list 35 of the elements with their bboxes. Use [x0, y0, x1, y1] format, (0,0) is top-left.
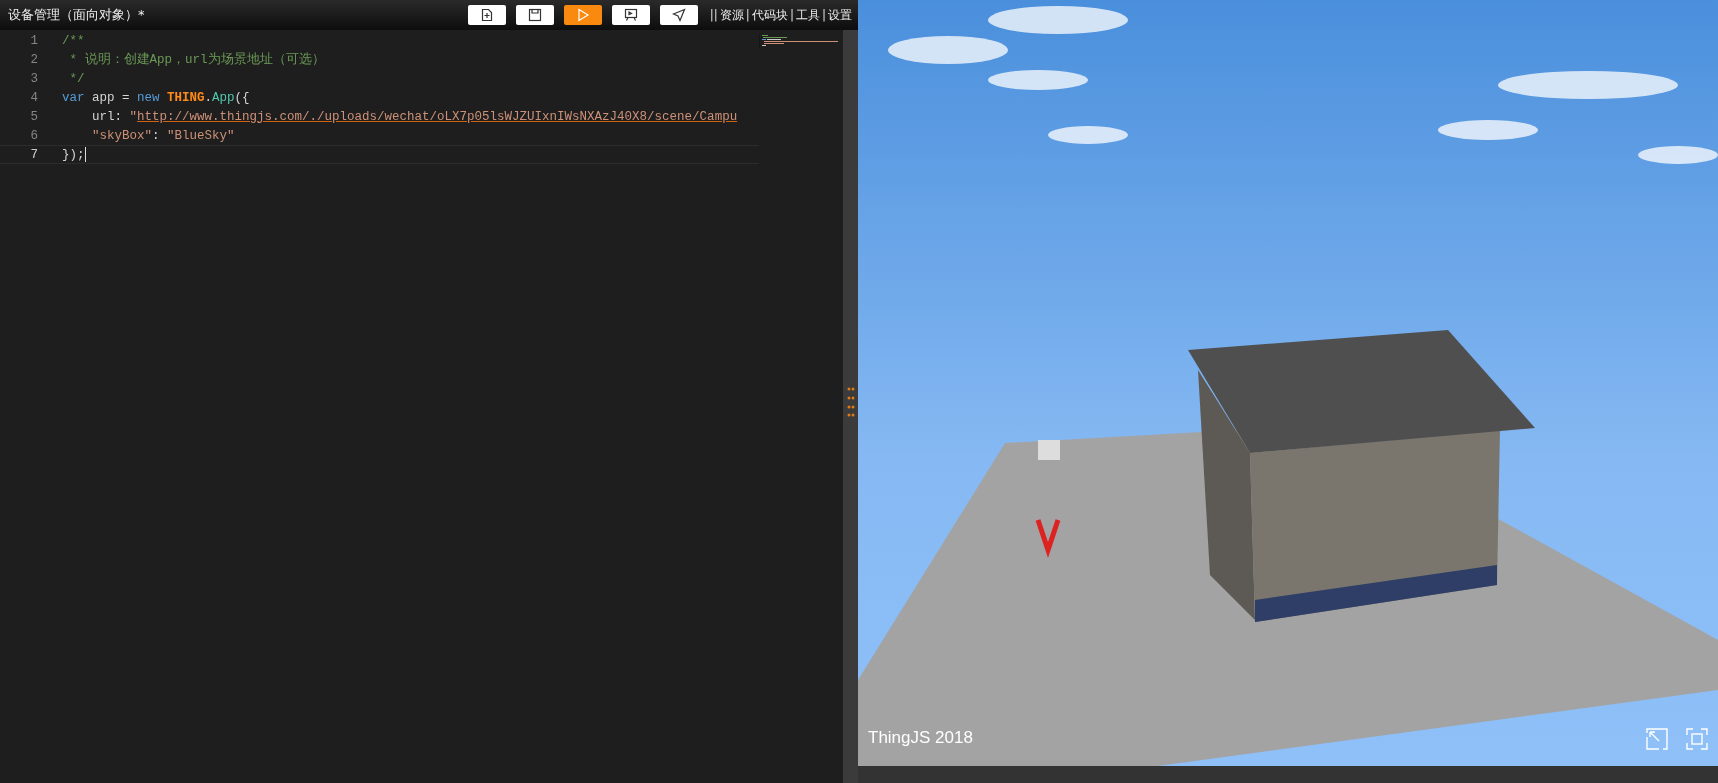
send-button[interactable]	[659, 5, 698, 25]
code-line: "skyBox": "BlueSky"	[91, 128, 235, 143]
window-title: 设备管理（面向对象）*	[8, 6, 145, 24]
separator: |	[821, 8, 826, 22]
save-button[interactable]	[515, 5, 554, 25]
drag-handle-icon[interactable]	[846, 385, 855, 418]
menu-link[interactable]: 设置	[828, 6, 852, 24]
separator: |	[789, 8, 794, 22]
line-number: 5	[29, 109, 38, 124]
code-line: */	[68, 71, 85, 86]
line-number: 4	[29, 90, 38, 105]
menu-link[interactable]: 资源	[719, 6, 744, 24]
code-line: var app = new THING.App({	[62, 90, 250, 105]
menu-link[interactable]: 代码块	[751, 6, 788, 24]
save-icon	[527, 8, 542, 22]
line-number: 6	[29, 128, 38, 143]
new-button[interactable]	[467, 5, 506, 25]
brand-caption: ThingJS 2018	[868, 728, 973, 748]
code-line: * 说明：创建App，url为场景地址（可选）	[68, 51, 325, 68]
code-line: url: "http://www.thingjs.com/./uploads/wechat/oLX7p05lsWJZUIxnIWsNXAzJ40X8/scene/Campu	[91, 109, 738, 124]
presentation-board-icon	[623, 8, 638, 22]
play-icon	[575, 8, 590, 22]
separator: |	[745, 8, 750, 22]
present-button[interactable]	[611, 5, 650, 25]
run-button[interactable]	[563, 5, 602, 25]
line-number: 1	[29, 33, 38, 48]
menu-link[interactable]: 工具	[795, 6, 820, 24]
line-number: 7	[29, 147, 38, 162]
separator: ||	[709, 8, 718, 22]
code-line: /**	[62, 33, 85, 48]
line-number: 3	[29, 71, 38, 86]
new-file-icon	[479, 8, 494, 22]
line-number: 2	[29, 52, 38, 67]
code-line: });	[62, 147, 86, 162]
paper-plane-icon	[671, 8, 686, 22]
